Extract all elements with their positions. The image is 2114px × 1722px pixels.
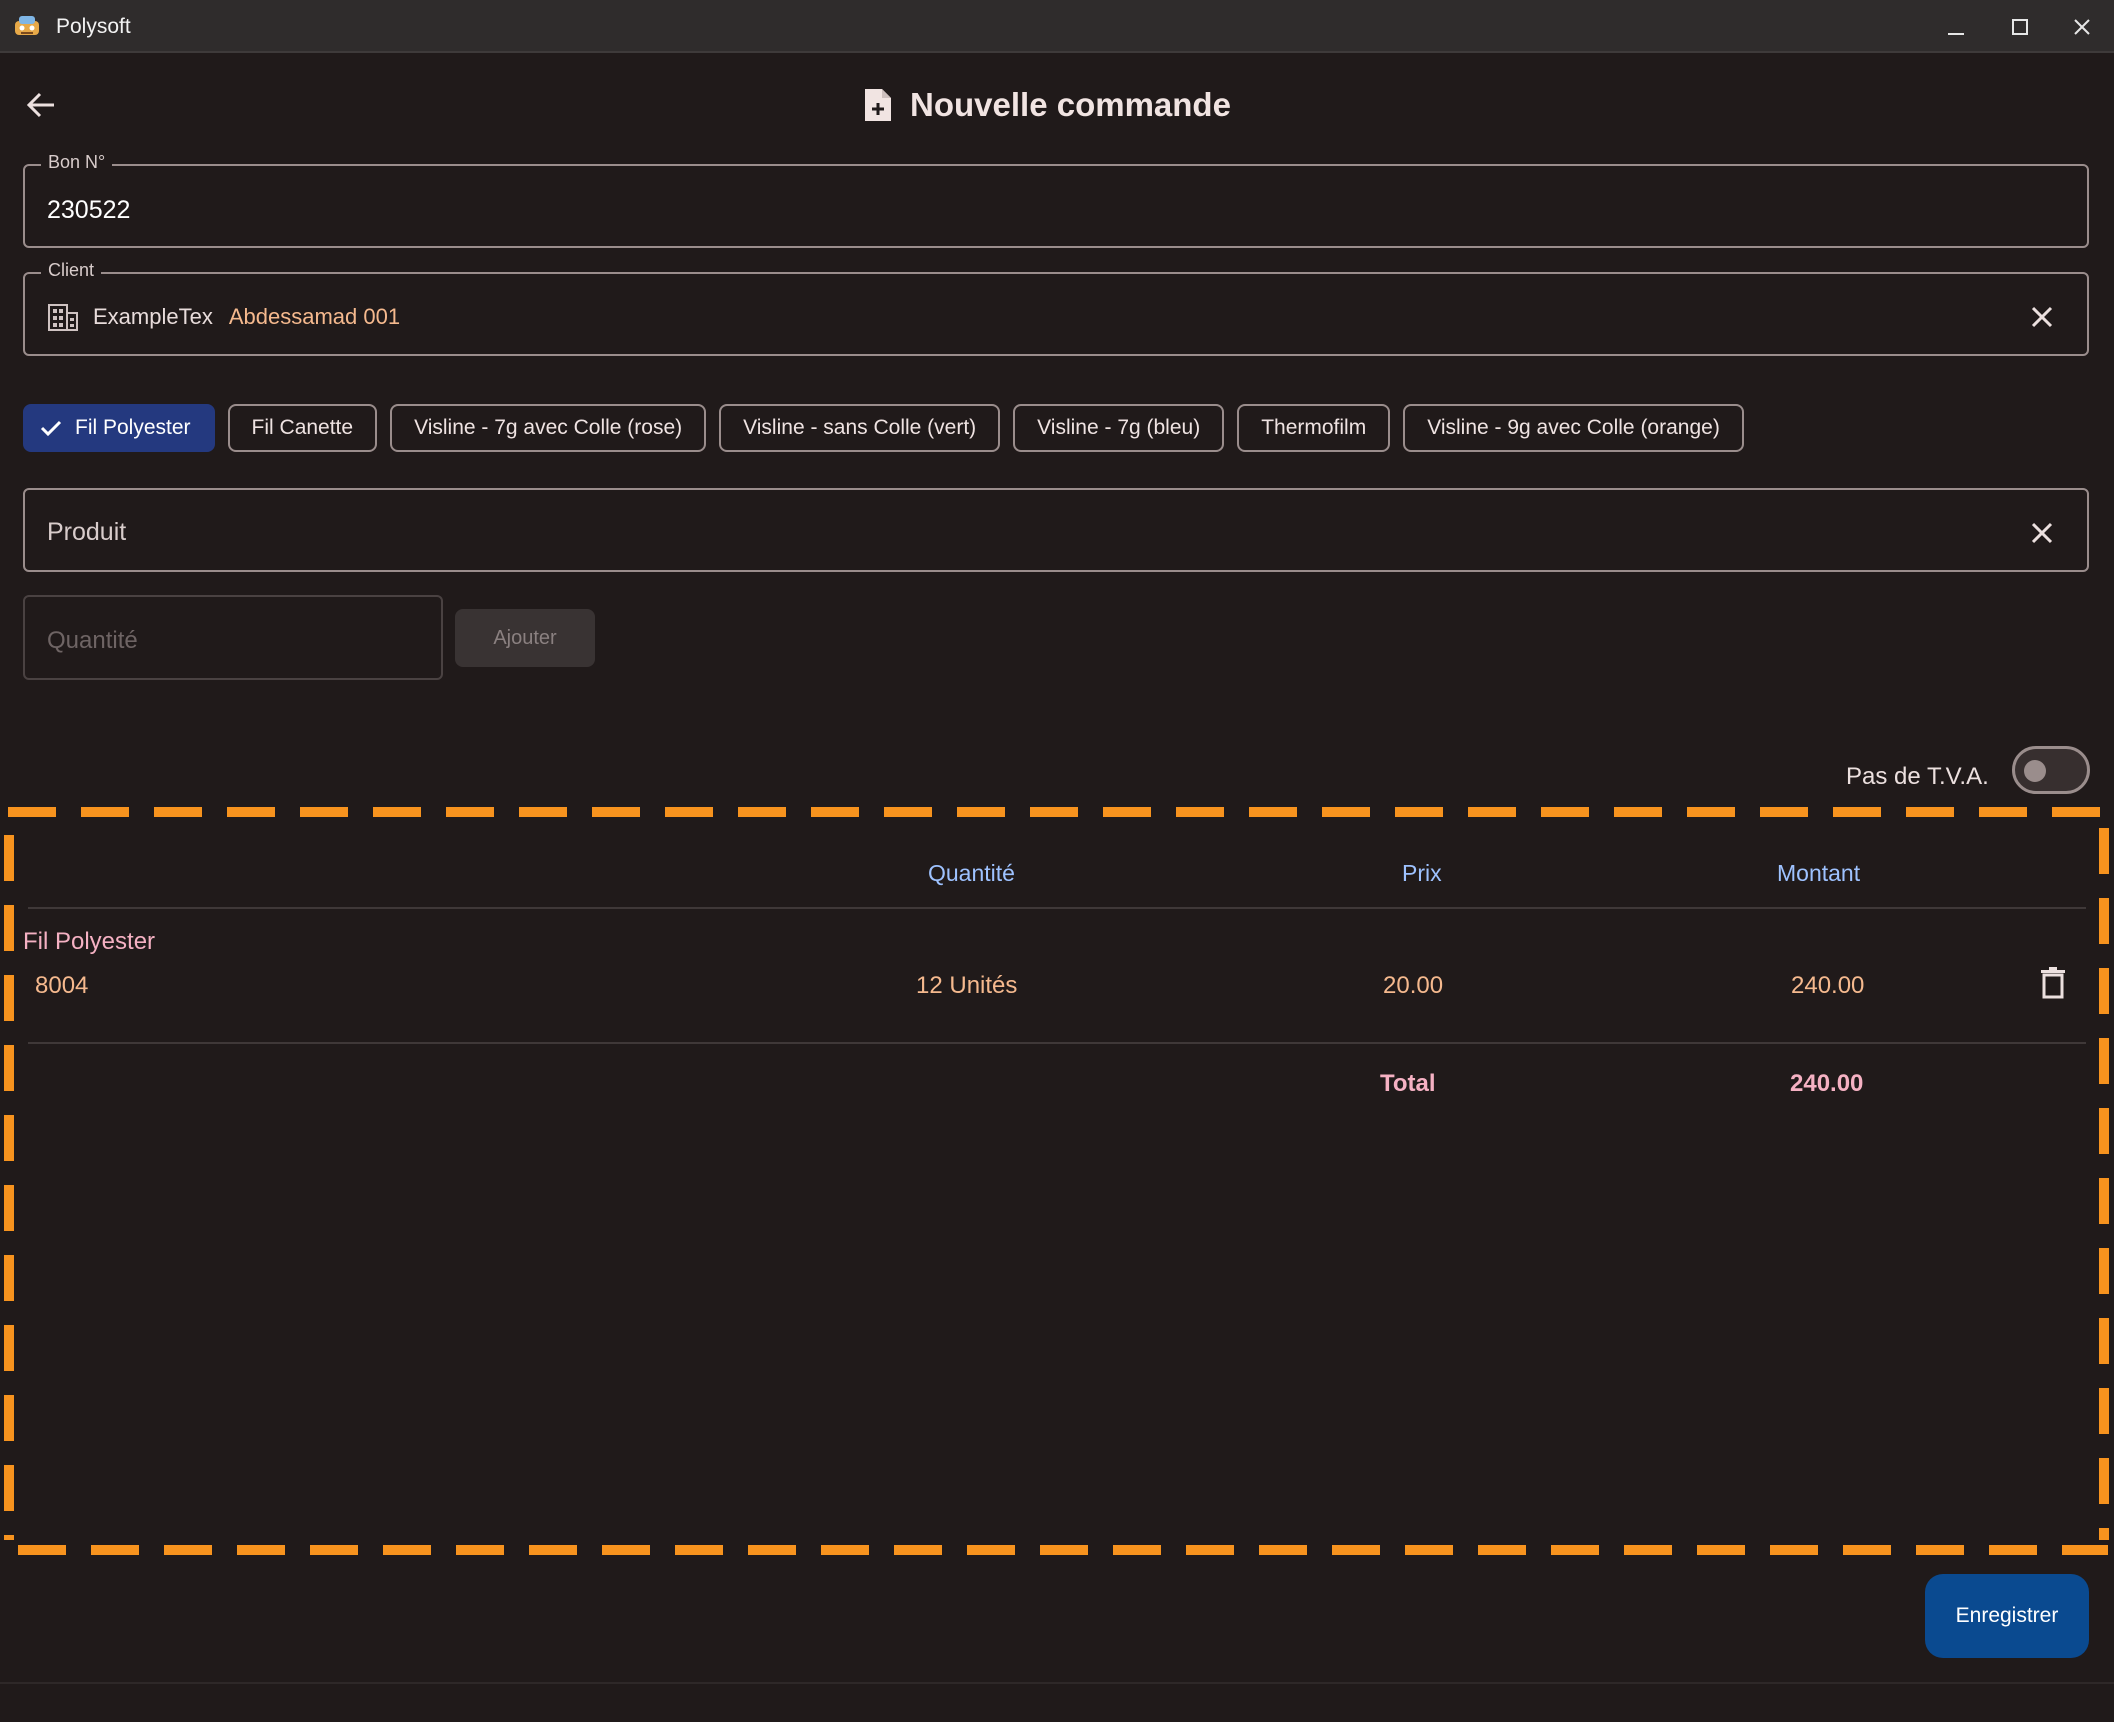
group-title: Fil Polyester <box>23 928 156 955</box>
chip-fil-canette[interactable]: Fil Canette <box>227 404 378 452</box>
total-label: Total <box>1380 1070 1436 1097</box>
header-divider <box>28 907 2086 909</box>
chip-label: Visline - 9g avec Colle (orange) <box>1427 416 1720 439</box>
back-button[interactable] <box>20 85 64 125</box>
arrow-left-icon <box>26 92 54 118</box>
bon-number-label: Bon N° <box>41 152 113 173</box>
highlight-border-top <box>8 807 2106 817</box>
bon-number-field[interactable]: Bon N° 230522 <box>23 152 2089 248</box>
client-value: ExampleTex Abdessamad 001 <box>47 300 400 334</box>
chip-label: Fil Canette <box>251 416 354 439</box>
maximize-icon <box>2012 18 2028 35</box>
trash-icon <box>2041 967 2065 999</box>
quantity-placeholder: Quantité <box>47 627 138 654</box>
product-clear-button[interactable] <box>2025 516 2059 550</box>
bottom-divider <box>0 1682 2114 1684</box>
column-header-quantite: Quantité <box>928 860 1015 886</box>
check-icon <box>40 420 62 437</box>
save-button[interactable]: Enregistrer <box>1925 1574 2089 1658</box>
chip-label: Visline - 7g avec Colle (rose) <box>414 416 683 439</box>
chip-thermofilm[interactable]: Thermofilm <box>1237 404 1391 452</box>
row-montant: 240.00 <box>1791 972 1865 999</box>
chip-label: Visline - sans Colle (vert) <box>743 416 977 439</box>
row-ref: 8004 <box>35 972 89 999</box>
column-header-montant: Montant <box>1777 860 1861 886</box>
product-label: Produit <box>47 518 127 546</box>
category-chips: Fil Polyester Fil Canette Visline - 7g a… <box>23 404 1744 452</box>
client-reference: Abdessamad 001 <box>228 304 401 329</box>
toggle-knob <box>2024 760 2046 782</box>
delete-row-button[interactable] <box>2038 965 2068 1001</box>
total-value: 240.00 <box>1790 1070 1864 1097</box>
row-prix: 20.00 <box>1383 972 1444 999</box>
column-header-prix: Prix <box>1402 860 1442 886</box>
chip-label: Thermofilm <box>1261 416 1367 439</box>
minimize-button[interactable] <box>1924 0 1988 53</box>
client-name: ExampleTex <box>93 304 213 329</box>
add-button[interactable]: Ajouter <box>455 609 595 667</box>
no-vat-toggle[interactable] <box>2012 746 2090 794</box>
chip-fil-polyester[interactable]: Fil Polyester <box>23 404 215 452</box>
maximize-button[interactable] <box>1988 0 2052 53</box>
chip-label: Visline - 7g (bleu) <box>1037 416 1201 439</box>
app-logo-icon <box>12 13 42 39</box>
highlight-border-right <box>2099 828 2109 1540</box>
close-icon <box>2031 306 2053 328</box>
highlight-border-bottom <box>18 1545 2108 1555</box>
quantity-input[interactable]: Quantité <box>23 595 443 680</box>
client-field[interactable]: Client ExampleTex Abdessamad 001 <box>23 260 2089 356</box>
page-title: Nouvelle commande <box>910 86 1231 123</box>
chip-visline-sans-colle-vert[interactable]: Visline - sans Colle (vert) <box>719 404 1001 452</box>
chip-visline-7g-colle-rose[interactable]: Visline - 7g avec Colle (rose) <box>390 404 707 452</box>
client-clear-button[interactable] <box>2025 300 2059 334</box>
close-window-button[interactable] <box>2050 0 2114 53</box>
row-quantite: 12 Unités <box>916 972 1018 999</box>
file-plus-icon <box>865 89 891 121</box>
no-vat-label: Pas de T.V.A. <box>1846 763 1989 790</box>
window-title: Polysoft <box>56 15 131 38</box>
client-label: Client <box>41 260 102 281</box>
chip-visline-9g-colle-orange[interactable]: Visline - 9g avec Colle (orange) <box>1403 404 1744 452</box>
chip-visline-7g-bleu[interactable]: Visline - 7g (bleu) <box>1013 404 1225 452</box>
bon-number-value: 230522 <box>47 196 131 224</box>
page-header: Nouvelle commande <box>862 83 1231 127</box>
chip-label: Fil Polyester <box>75 416 191 439</box>
close-icon <box>2031 522 2053 544</box>
building-icon <box>48 304 78 331</box>
close-icon <box>2074 18 2090 35</box>
window-titlebar: Polysoft <box>0 0 2114 53</box>
highlight-border-left <box>4 835 14 1540</box>
rows-divider <box>28 1042 2086 1044</box>
minimize-icon <box>1948 32 1964 35</box>
product-field[interactable]: Produit <box>23 488 2089 572</box>
